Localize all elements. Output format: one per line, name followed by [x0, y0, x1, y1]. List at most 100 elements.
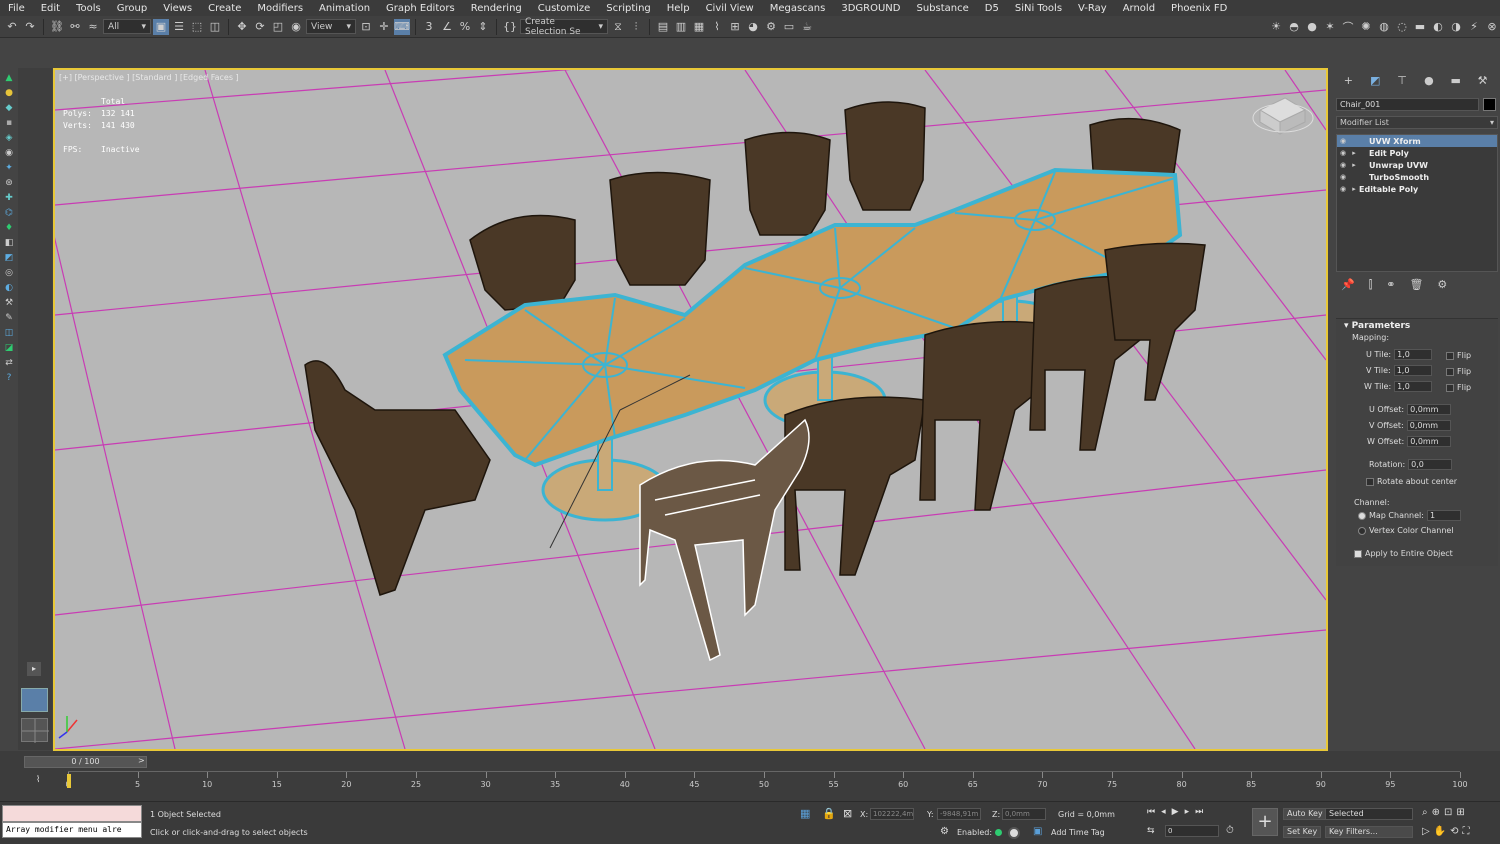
time-slider[interactable]: 0 / 100 — [24, 756, 147, 768]
selection-filter-dropdown[interactable]: All ▾ — [103, 19, 151, 34]
move-icon[interactable]: ✥ — [234, 19, 250, 35]
menu-item-modifiers[interactable]: Modifiers — [249, 3, 311, 14]
select-by-name-icon[interactable]: ☰ — [171, 19, 187, 35]
selection-lock-icon[interactable]: 🔒 — [822, 807, 836, 820]
create-helper-icon[interactable]: ✚ — [3, 192, 15, 204]
u-offset-spinner[interactable]: 0,0mm — [1407, 404, 1452, 415]
quad-viewport-layout[interactable] — [21, 718, 49, 743]
configure-modifier-sets-icon[interactable]: ⚙ — [1437, 278, 1447, 292]
visibility-eye-icon[interactable]: ◉ — [1337, 149, 1349, 157]
keyboard-shortcut-override-icon[interactable]: ⌨ — [394, 18, 410, 35]
vray-proxy-icon[interactable]: ◍ — [1376, 19, 1392, 35]
maxscript-listener-output[interactable]: Array modifier menu alre — [2, 822, 142, 838]
single-viewport-layout[interactable] — [21, 688, 48, 712]
curve-editor-icon[interactable]: ⌇ — [709, 19, 725, 35]
sini-icon[interactable]: ⊗ — [1484, 19, 1500, 35]
vertex-color-radio[interactable] — [1358, 526, 1366, 535]
vray-mesh-icon[interactable]: ✶ — [1322, 19, 1338, 35]
menu-item-megascans[interactable]: Megascans — [762, 3, 834, 14]
map-channel-spinner[interactable]: 1 — [1426, 510, 1461, 521]
menu-item-edit[interactable]: Edit — [33, 3, 68, 14]
menu-item-phoenix-fd[interactable]: Phoenix FD — [1163, 3, 1235, 14]
menu-item-scripting[interactable]: Scripting — [598, 3, 658, 14]
go-to-start-icon[interactable]: ⏮ — [1147, 807, 1161, 817]
modify-tab-icon[interactable]: ◩ — [1368, 74, 1382, 88]
curve-editor-toggle-icon[interactable]: ⌇ — [36, 775, 40, 785]
viewport-label[interactable]: [+] [Perspective ] [Standard ] [Edged Fa… — [59, 73, 239, 82]
transform-center-icon[interactable]: ✛ — [376, 19, 392, 35]
maximize-viewport-icon[interactable]: ⛶ — [1463, 826, 1474, 837]
visibility-eye-icon[interactable]: ◉ — [1337, 137, 1349, 145]
scene-explorer-icon[interactable]: ▤ — [655, 19, 671, 35]
undo-icon[interactable]: ↶ — [4, 19, 20, 35]
rotate-icon[interactable]: ⟳ — [252, 19, 268, 35]
key-filters-button[interactable]: Key Filters... — [1325, 826, 1413, 838]
angle-snap-icon[interactable]: ∠ — [439, 19, 455, 35]
render-setup-icon[interactable]: ⚙ — [763, 19, 779, 35]
current-frame-field[interactable]: 0 — [1165, 825, 1219, 837]
menu-item-3dground[interactable]: 3DGROUND — [833, 3, 908, 14]
render-frame-icon[interactable]: ▭ — [781, 19, 797, 35]
go-to-end-icon[interactable]: ⏭ — [1195, 807, 1209, 817]
utilities-tab-icon[interactable]: ⚒ — [1476, 74, 1490, 88]
paint-icon[interactable]: ✎ — [3, 312, 15, 324]
mirror-icon[interactable]: ⧖ — [610, 19, 626, 35]
remove-modifier-icon[interactable]: 🗑 — [1409, 278, 1423, 292]
orbit-icon[interactable]: ⟲ — [1450, 826, 1462, 837]
menu-item-civil-view[interactable]: Civil View — [698, 3, 762, 14]
pivot-center-icon[interactable]: ⊡ — [358, 19, 374, 35]
modify-icon[interactable]: ◧ — [3, 237, 15, 249]
time-marker[interactable] — [67, 774, 71, 788]
utilities-icon[interactable]: ⚒ — [3, 297, 15, 309]
add-time-tag[interactable]: Add Time Tag — [1051, 828, 1105, 837]
layer-explorer-icon[interactable]: ▥ — [673, 19, 689, 35]
set-key-big-icon[interactable]: + — [1252, 808, 1278, 836]
menu-item-arnold[interactable]: Arnold — [1115, 3, 1163, 14]
percent-snap-icon[interactable]: % — [457, 19, 473, 35]
spinner-snap-icon[interactable]: ⇕ — [475, 19, 491, 35]
bind-spacewarp-icon[interactable]: ≈ — [85, 19, 101, 35]
redo-icon[interactable]: ↷ — [22, 19, 38, 35]
maxscript-listener-input[interactable] — [2, 805, 142, 822]
menu-item-create[interactable]: Create — [200, 3, 249, 14]
snap-3d-icon[interactable]: 3 — [421, 19, 437, 35]
create-light-icon[interactable]: ✦ — [3, 162, 15, 174]
menu-item-tools[interactable]: Tools — [68, 3, 109, 14]
time-tag-icon[interactable]: ▣ — [1033, 826, 1042, 837]
create-box-icon[interactable]: ▲ — [3, 72, 15, 84]
show-end-result-icon[interactable]: ⫿ — [1369, 278, 1373, 292]
motion-tab-icon[interactable]: ● — [1422, 74, 1436, 88]
menu-item-views[interactable]: Views — [155, 3, 200, 14]
object-paint-icon[interactable]: ◫ — [3, 327, 15, 339]
modifier-stack-item[interactable]: ◉ ▸ Editable Poly — [1337, 183, 1497, 195]
menu-item-substance[interactable]: Substance — [909, 3, 977, 14]
vray-sphere-icon[interactable]: ● — [1304, 19, 1320, 35]
u-flip-checkbox[interactable] — [1446, 351, 1454, 360]
adaptive-degradation-icon[interactable]: ⚙ — [940, 826, 949, 837]
pan-icon[interactable]: ✋ — [1434, 826, 1450, 837]
object-color-swatch[interactable] — [1483, 98, 1496, 111]
material-editor-icon[interactable]: ◕ — [745, 19, 761, 35]
menu-item-v-ray[interactable]: V-Ray — [1070, 3, 1115, 14]
z-coordinate-field[interactable]: 0,0mm — [1002, 808, 1046, 820]
visibility-eye-icon[interactable]: ◉ — [1337, 173, 1349, 181]
menu-item-file[interactable]: File — [0, 3, 33, 14]
placement-icon[interactable]: ◉ — [288, 19, 304, 35]
named-selection-dropdown[interactable]: Create Selection Se ▾ — [520, 17, 608, 37]
prev-key-icon[interactable]: ◂ — [1161, 807, 1172, 817]
create-tab-icon[interactable]: + — [1341, 74, 1355, 88]
modifier-stack-item[interactable]: ◉ ▸ Edit Poly — [1337, 147, 1497, 159]
display-icon[interactable]: ◐ — [3, 282, 15, 294]
arnold-ipr-icon[interactable]: ◑ — [1448, 19, 1464, 35]
vray-dome-icon[interactable]: ◓ — [1286, 19, 1302, 35]
reference-coord-dropdown[interactable]: View ▾ — [306, 19, 356, 34]
edit-named-selection-icon[interactable]: {} — [502, 19, 518, 35]
auto-key-button[interactable]: Auto Key — [1283, 808, 1327, 820]
ribbon-icon[interactable]: ▦ — [691, 19, 707, 35]
object-name-field[interactable]: Chair_001 — [1336, 98, 1479, 111]
key-mode-icon[interactable]: ⇆ — [1147, 826, 1155, 836]
create-shape-icon[interactable]: ◉ — [3, 147, 15, 159]
vray-plane-icon[interactable]: ▬ — [1412, 19, 1428, 35]
menu-item-group[interactable]: Group — [109, 3, 155, 14]
expand-arrow-icon[interactable]: ▸ — [1349, 161, 1359, 169]
